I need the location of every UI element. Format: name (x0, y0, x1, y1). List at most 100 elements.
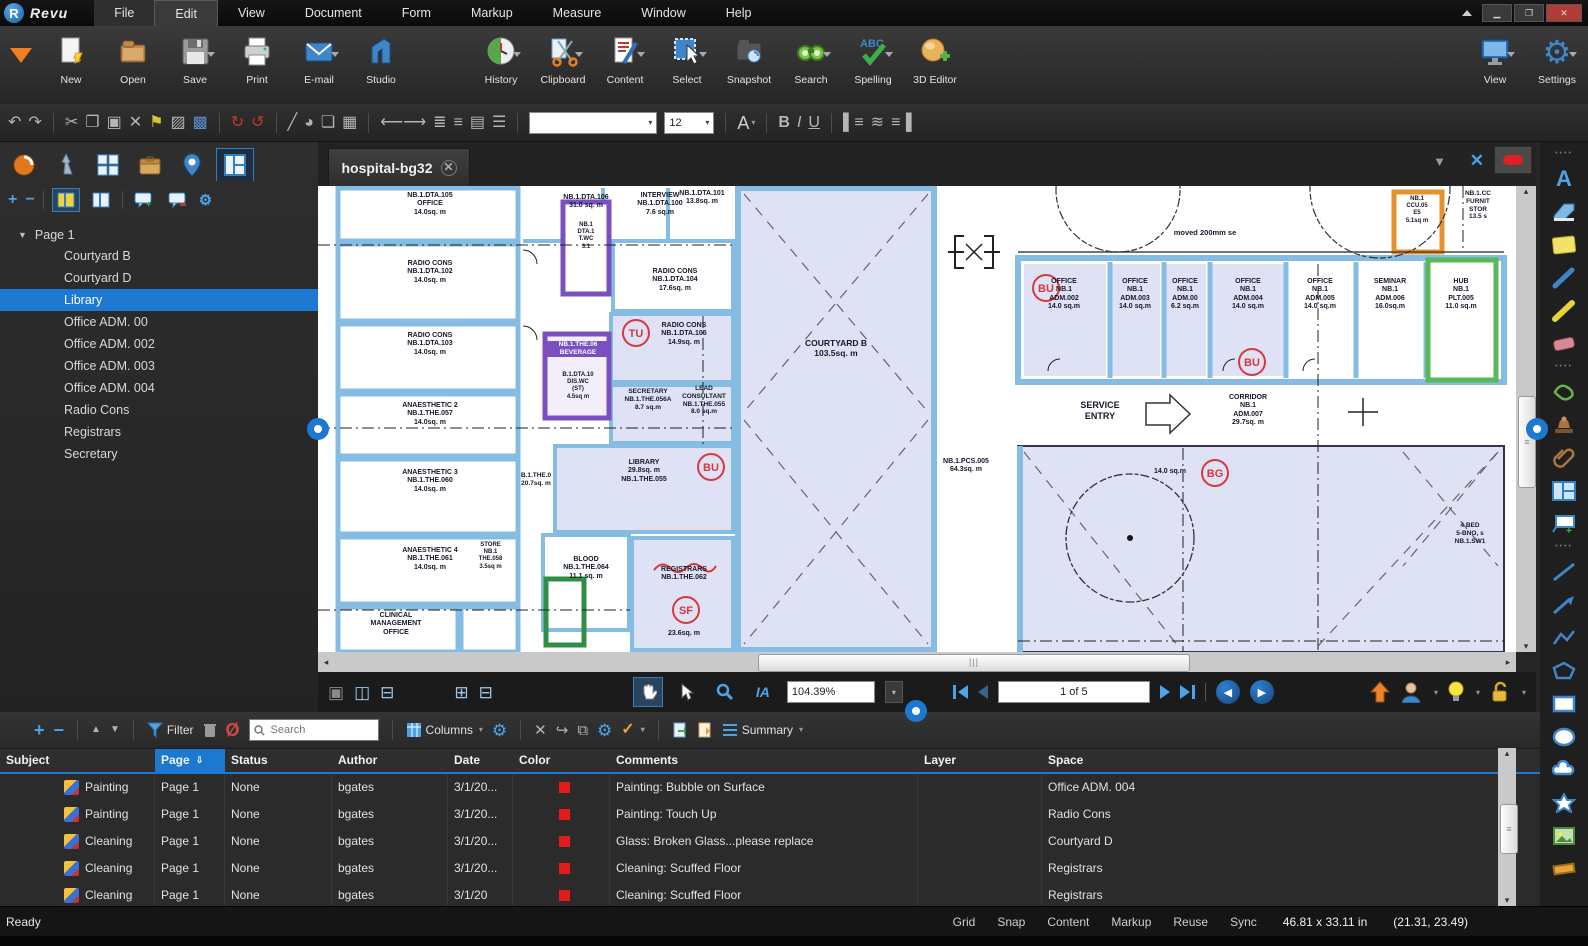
new-button[interactable]: New (40, 26, 102, 86)
tab-thumbnails[interactable] (90, 149, 126, 181)
column-header-date[interactable]: Date (448, 749, 513, 772)
move-down-icon[interactable]: ▼ (110, 725, 120, 735)
status-toggle[interactable]: Markup (1111, 915, 1151, 929)
lift-content-icon[interactable]: ↻ (231, 114, 244, 131)
rectangle-tool-icon[interactable] (1551, 692, 1577, 716)
font-size-select[interactable]: 12 ▾ (664, 111, 715, 134)
tab-tool-chest[interactable] (132, 149, 168, 181)
column-header-status[interactable]: Status (225, 749, 332, 772)
dimension-arrow-icon[interactable]: ⟵⟶ (380, 114, 426, 131)
cut-icon[interactable]: ✂ (65, 114, 78, 131)
undo-icon[interactable]: ↶ (8, 114, 21, 131)
previous-view-button[interactable]: ◀ (1215, 680, 1240, 704)
text-tool-icon[interactable]: A (1551, 166, 1577, 191)
filter-button[interactable]: Filter (146, 722, 194, 738)
tree-item-space[interactable]: Courtyard B (0, 245, 318, 267)
eraser-tool-icon[interactable] (1551, 332, 1577, 356)
content-button[interactable]: Content (594, 26, 656, 86)
menu-item[interactable]: Window (621, 0, 705, 26)
cloud-tool-icon[interactable] (1551, 758, 1577, 782)
opacity-icon[interactable]: ◕ (304, 114, 314, 131)
spaces-settings-gear-icon[interactable]: ⚙ (199, 193, 212, 208)
markup-search-field[interactable] (248, 719, 379, 741)
move-up-icon[interactable]: ▲ (91, 725, 101, 735)
search-button[interactable]: Search (780, 26, 842, 86)
italic-button[interactable]: I (797, 114, 801, 131)
stamp-tool-icon[interactable] (1551, 413, 1577, 437)
previous-page-button[interactable] (977, 685, 988, 699)
menu-item[interactable]: File (94, 0, 155, 26)
scroll-up-icon[interactable]: ▴ (1498, 748, 1516, 759)
document-tab[interactable]: hospital-bg32 ✕ (328, 148, 470, 187)
tab-list-dropdown-icon[interactable]: ▼ (1433, 154, 1446, 169)
collapse-ribbon-icon[interactable] (1462, 10, 1472, 16)
save-button[interactable]: Save (164, 26, 226, 86)
column-header-page[interactable]: Page ⇩ (155, 749, 225, 772)
tree-item-space[interactable]: Office ADM. 004 (0, 377, 318, 399)
underline-button[interactable]: U (808, 114, 820, 131)
add-markup-icon[interactable]: + (34, 721, 45, 739)
menu-item[interactable]: Measure (533, 0, 622, 26)
export-markups-icon[interactable] (697, 722, 713, 738)
tree-expand-icon[interactable]: ▼ (18, 230, 27, 240)
columns-button[interactable]: Columns ▾ (406, 722, 483, 738)
tree-item-space[interactable]: Office ADM. 002 (0, 333, 318, 355)
line-tool-icon[interactable] (1551, 560, 1577, 584)
markup-table-row[interactable]: Cleaning Page 1 None bgates 3/1/20 Clean… (0, 882, 1540, 906)
columns-settings-gear-icon[interactable]: ⚙ (492, 722, 507, 739)
menu-item[interactable]: Form (382, 0, 451, 26)
remove-markup-icon[interactable]: − (54, 721, 65, 739)
checkmark-status-icon[interactable]: ✓ ▾ (621, 722, 644, 738)
remove-space-icon[interactable]: − (25, 192, 34, 208)
scroll-left-icon[interactable]: ◂ (318, 652, 334, 672)
clear-filter-trash-icon[interactable] (203, 722, 217, 738)
sync-views-icon[interactable]: ⊞ (454, 684, 468, 701)
markup-table-row[interactable]: Painting Page 1 None bgates 3/1/20... Pa… (0, 774, 1540, 801)
last-page-button[interactable] (1179, 685, 1195, 699)
tree-root-page[interactable]: ▼ Page 1 (0, 225, 318, 245)
tree-item-space[interactable]: Courtyard D (0, 267, 318, 289)
align-icon[interactable]: ☰ (492, 114, 506, 131)
status-toggle[interactable]: Snap (997, 915, 1025, 929)
highlight-tool-icon[interactable] (1551, 200, 1577, 224)
horizontal-scrollbar[interactable]: ◂ ||| ▸ (318, 652, 1516, 672)
flatten-up-arrow-icon[interactable] (1369, 681, 1390, 703)
text-select-tool-button[interactable]: IA (749, 678, 777, 706)
tree-item-space[interactable]: Library (0, 289, 318, 311)
tree-item-space[interactable]: Radio Cons (0, 399, 318, 421)
clipboard-button[interactable]: Clipboard (532, 26, 594, 86)
drag-handle-icon[interactable]: •••• (1555, 150, 1573, 158)
select-tool-button[interactable] (673, 678, 701, 706)
markup-list-scrollbar[interactable]: ▴ ≡ ▾ (1498, 748, 1518, 906)
restore-button[interactable]: ❐ (1514, 4, 1544, 22)
panel-collapse-icon[interactable] (10, 48, 32, 63)
zoom-level-select[interactable]: 104.39% (786, 681, 875, 703)
image-icon[interactable]: ▩ (193, 114, 208, 131)
scroll-down-icon[interactable]: ▾ (1516, 641, 1536, 652)
right-panel-splitter-handle[interactable] (1526, 418, 1548, 440)
scroll-down-icon[interactable]: ▾ (1498, 895, 1516, 906)
font-family-select[interactable]: ▾ (529, 111, 658, 134)
copy-icon[interactable]: ❐ (85, 114, 99, 131)
search-input[interactable] (268, 723, 363, 737)
zoom-dropdown-icon[interactable]: ▾ (884, 681, 903, 703)
select-button[interactable]: Select (656, 26, 718, 86)
table-icon[interactable]: ▤ (470, 114, 485, 131)
close-view-icon[interactable]: ▣ (328, 684, 344, 701)
tree-item-space[interactable]: Registrars (0, 421, 318, 443)
close-document-icon[interactable]: ✕ (1470, 151, 1484, 171)
history-button[interactable]: History (470, 26, 532, 86)
zoom-tool-button[interactable] (711, 678, 739, 706)
lightbulb-icon[interactable] (1448, 681, 1464, 703)
markup-settings-gear-icon[interactable]: ⚙ (597, 722, 612, 739)
column-header-layer[interactable]: Layer (918, 749, 1042, 772)
left-panel-splitter-handle[interactable] (307, 418, 329, 440)
drawing-canvas[interactable]: TU BU SF BU BU BG NB.1.DTA.105 OFFICE 14.0sq… (318, 186, 1516, 652)
scroll-right-icon[interactable]: ▸ (1500, 652, 1516, 672)
print-button[interactable]: Print (226, 26, 288, 86)
attachment-clip-icon[interactable] (1551, 446, 1577, 470)
page-indicator[interactable]: 1 of 5 (997, 681, 1150, 703)
align-center-icon[interactable]: ≋ (871, 114, 884, 131)
first-page-button[interactable] (952, 685, 968, 699)
menu-item[interactable]: Document (285, 0, 382, 26)
